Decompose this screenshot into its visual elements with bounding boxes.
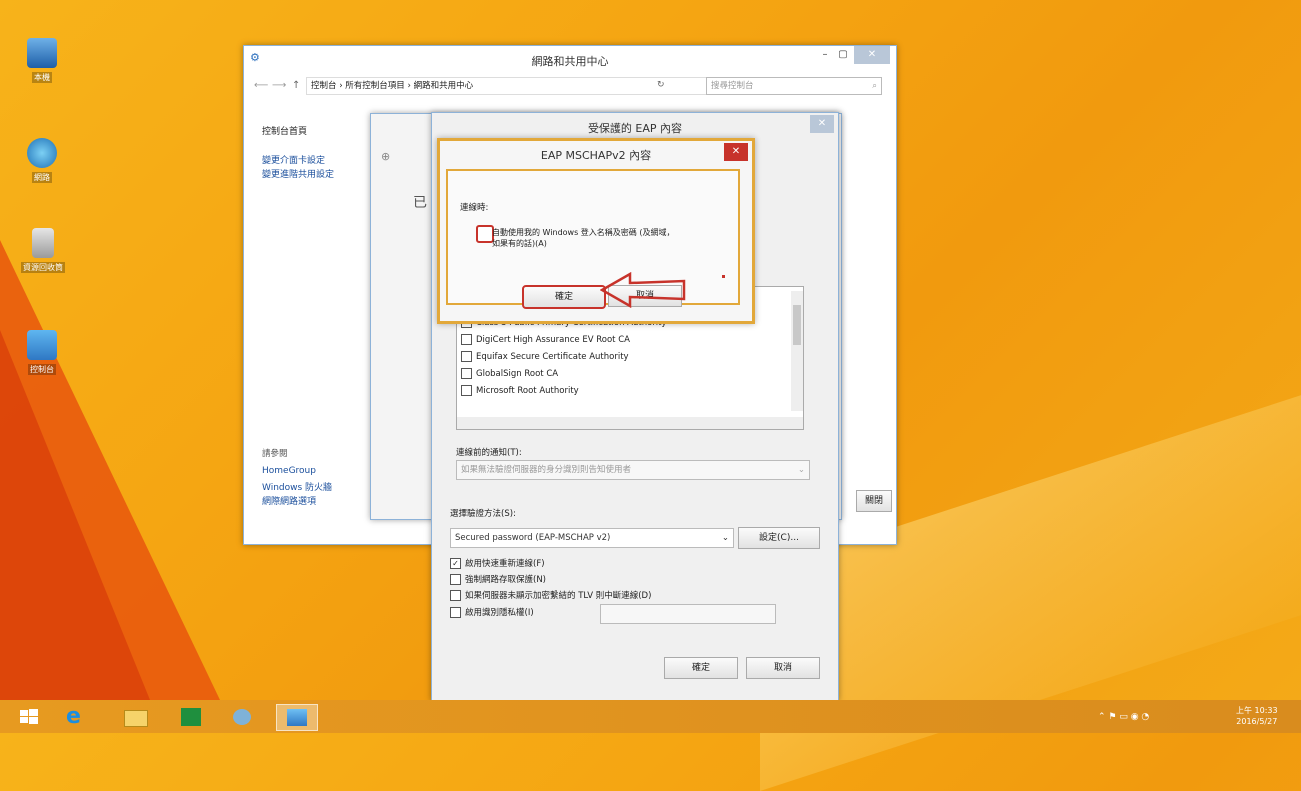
minimize-button[interactable]: – (816, 46, 834, 64)
notify-label: 連線前的通知(T): (456, 448, 522, 458)
list-item[interactable]: Microsoft Root Authority (461, 385, 579, 396)
configure-button[interactable]: 設定(C)... (738, 527, 820, 549)
checkbox[interactable] (450, 607, 461, 618)
close-dialog-button[interactable]: 關閉 (856, 490, 892, 512)
explorer-icon[interactable] (120, 704, 150, 729)
back-button[interactable]: ⟵ (254, 80, 268, 91)
forward-button[interactable]: ⟶ (272, 80, 286, 91)
vertical-scrollbar[interactable] (791, 291, 803, 411)
taskbar: e ⌃ ⚑ ▭ ◉ ◔ 上午 10:33 2016/5/27 (0, 700, 1301, 733)
network-settings-icon[interactable] (228, 704, 258, 729)
content-text: 已 (413, 195, 427, 211)
see-also-homegroup[interactable]: HomeGroup (262, 466, 316, 476)
checkbox-checked[interactable]: ✓ (450, 558, 461, 569)
highlight-frame: 連線時: 自動使用我的 Windows 登入名稱及密碼 (及網域， 如果有的話)… (446, 169, 740, 309)
sidebar-item-adapter-settings[interactable]: 變更介面卡設定 (262, 153, 325, 166)
horizontal-scrollbar[interactable] (457, 417, 803, 429)
address-bar[interactable]: 控制台 › 所有控制台項目 › 網路和共用中心 (306, 77, 710, 95)
start-icon[interactable] (14, 704, 44, 729)
refresh-icon[interactable]: ↻ (657, 80, 665, 90)
title-bar: EAP MSCHAPv2 內容 ✕ (440, 141, 752, 165)
cancel-button[interactable]: 取消 (746, 657, 820, 679)
back-icon[interactable]: ⊕ (381, 150, 390, 163)
option-fast-reconnect[interactable]: ✓ 啟用快速重新連線(F) (450, 557, 545, 569)
when-connecting-label: 連線時: (460, 203, 489, 213)
recycle-bin-icon (32, 228, 54, 258)
option-identity-privacy[interactable]: 啟用識別隱私權(I) (450, 606, 534, 618)
option-nap[interactable]: 強制網路存取保護(N) (450, 573, 546, 585)
sidebar-home[interactable]: 控制台首頁 (262, 124, 307, 137)
checkbox[interactable] (461, 368, 472, 379)
checkbox[interactable] (450, 590, 461, 601)
network-icon (27, 138, 57, 168)
search-input[interactable]: 搜尋控制台 ⌕ (706, 77, 882, 95)
list-item[interactable]: Equifax Secure Certificate Authority (461, 351, 629, 362)
eap-mschapv2-dialog: EAP MSCHAPv2 內容 ✕ 連線時: 自動使用我的 Windows 登入… (437, 138, 755, 324)
title-bar: ⚙ 網路和共用中心 – ▢ ✕ (244, 46, 896, 72)
desktop-icon-computer[interactable]: 本機 (12, 38, 72, 83)
see-also-internet-options[interactable]: 網際網路選項 (262, 494, 316, 507)
auto-login-label[interactable]: 自動使用我的 Windows 登入名稱及密碼 (及網域， 如果有的話)(A) (492, 227, 674, 249)
control-panel-icon (27, 330, 57, 360)
notify-select[interactable]: 如果無法驗證伺服器的身分識別則告知使用者 ⌄ (456, 460, 810, 480)
checkbox[interactable] (461, 351, 472, 362)
red-mark (722, 275, 725, 278)
up-button[interactable]: ↑ (292, 80, 300, 91)
list-item[interactable]: DigiCert High Assurance EV Root CA (461, 334, 630, 345)
auth-method-select[interactable]: Secured password (EAP-MSCHAP v2) ⌄ (450, 528, 734, 548)
title-bar: 受保護的 EAP 內容 ✕ (432, 113, 838, 139)
ie-icon[interactable]: e (66, 704, 96, 729)
maximize-button[interactable]: ▢ (834, 46, 852, 64)
chevron-down-icon: ⌄ (797, 465, 805, 475)
ok-button[interactable]: 確定 (664, 657, 738, 679)
option-tlv[interactable]: 如果伺服器未顯示加密繫結的 TLV 則中斷連線(D) (450, 589, 651, 601)
arrow-annotation-icon (600, 272, 686, 308)
close-button[interactable]: ✕ (724, 143, 748, 161)
checkbox[interactable] (450, 574, 461, 585)
search-icon: ⌕ (872, 81, 877, 91)
checkbox[interactable] (461, 334, 472, 345)
control-panel-icon (287, 709, 307, 726)
desktop-icon-network[interactable]: 網路 (12, 138, 72, 183)
close-button[interactable]: ✕ (810, 115, 834, 133)
checkbox[interactable] (461, 385, 472, 396)
list-item[interactable]: GlobalSign Root CA (461, 368, 558, 379)
computer-icon (27, 38, 57, 68)
control-panel-taskbar-button[interactable] (276, 704, 318, 731)
chevron-down-icon: ⌄ (721, 533, 729, 543)
wallpaper-shape (0, 330, 150, 700)
identity-input[interactable] (600, 604, 776, 624)
close-button[interactable]: ✕ (854, 46, 890, 64)
clock[interactable]: 上午 10:33 2016/5/27 (1236, 705, 1278, 727)
desktop-icon-control-panel[interactable]: 控制台 (12, 330, 72, 375)
see-also-heading: 請參閱 (262, 449, 288, 459)
tray-icons[interactable]: ⌃ ⚑ ▭ ◉ ◔ (1098, 712, 1149, 722)
store-icon[interactable] (176, 704, 206, 729)
auth-method-label: 選擇驗證方法(S): (450, 509, 516, 519)
ok-button[interactable]: 確定 (522, 285, 606, 309)
sidebar-item-advanced-sharing[interactable]: 變更進階共用設定 (262, 167, 334, 180)
scrollbar-thumb[interactable] (793, 305, 801, 345)
see-also-firewall[interactable]: Windows 防火牆 (262, 480, 332, 493)
desktop-icon-recycle-bin[interactable]: 資源回收筒 (8, 228, 78, 273)
breadcrumb: 控制台 › 所有控制台項目 › 網路和共用中心 (311, 81, 474, 91)
